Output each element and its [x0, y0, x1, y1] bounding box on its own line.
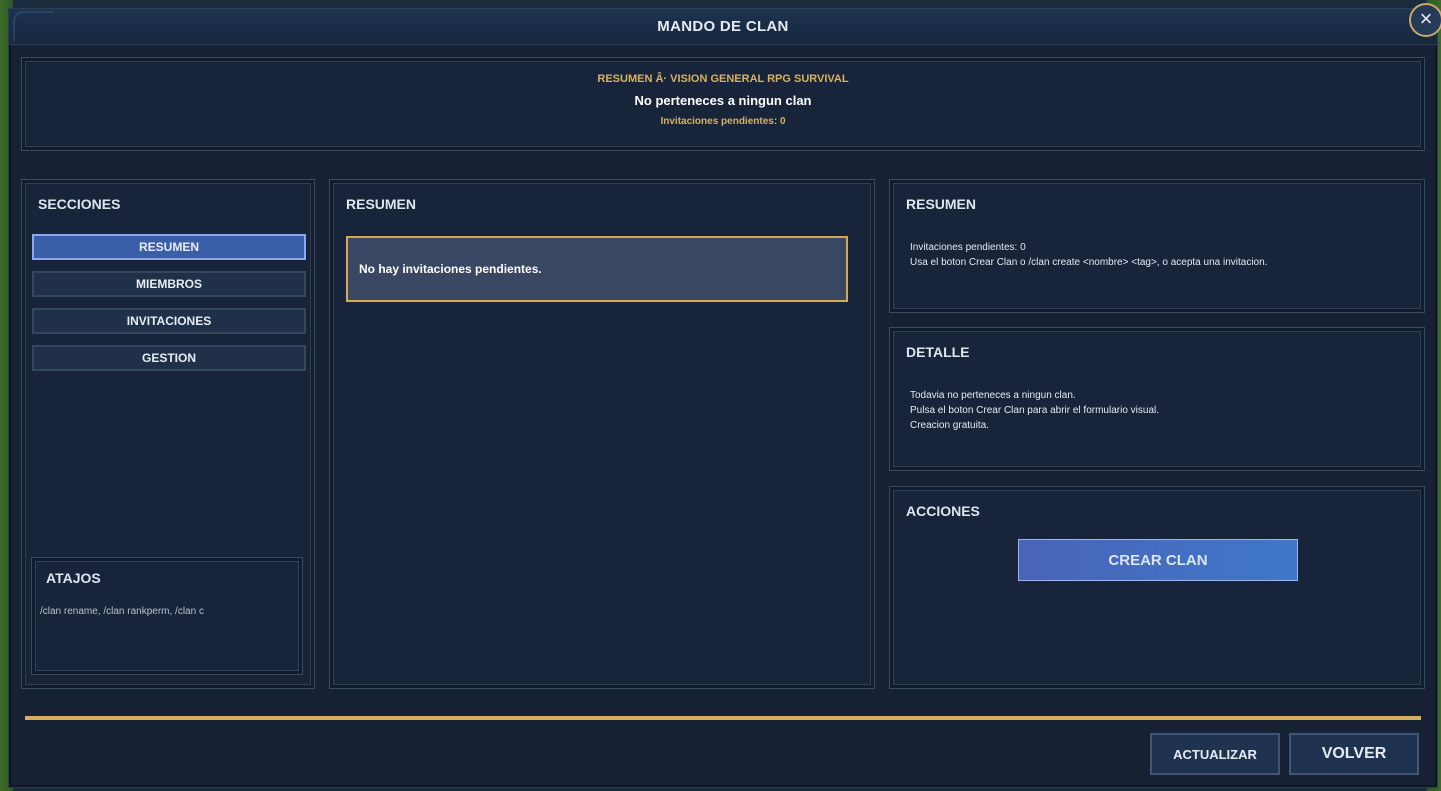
center-panel: RESUMEN No hay invitaciones pendientes.	[329, 179, 875, 689]
sections-title: SECCIONES	[38, 196, 121, 212]
header-panel: RESUMEN Â· VISION GENERAL RPG SURVIVAL N…	[21, 57, 1425, 151]
nav-gestion-button[interactable]: GESTION	[32, 345, 306, 371]
close-icon: ×	[1419, 6, 1433, 31]
empty-invitations-card: No hay invitaciones pendientes.	[346, 236, 848, 302]
detail-line: Pulsa el boton Crear Clan para abrir el …	[910, 405, 1160, 416]
detail-line: Creacion gratuita.	[910, 420, 989, 431]
summary-line: Invitaciones pendientes: 0	[910, 242, 1026, 253]
summary-line: Usa el boton Crear Clan o /clan create <…	[910, 257, 1268, 268]
detail-panel: DETALLE Todavia no perteneces a ningun c…	[889, 327, 1425, 471]
nav-resumen-button[interactable]: RESUMEN	[32, 234, 306, 260]
footer-divider	[25, 716, 1421, 720]
summary-panel: RESUMEN Invitaciones pendientes: 0 Usa e…	[889, 179, 1425, 313]
nav-label: GESTION	[141, 351, 196, 365]
detail-title: DETALLE	[906, 344, 970, 360]
back-button[interactable]: VOLVER	[1289, 733, 1419, 775]
actions-title: ACCIONES	[906, 503, 980, 519]
nav-miembros-button[interactable]: MIEMBROS	[32, 271, 306, 297]
pending-invitations: Invitaciones pendientes: 0	[660, 116, 786, 127]
summary-title: RESUMEN	[906, 196, 977, 212]
window-title: MANDO DE CLAN	[657, 18, 789, 35]
title-bar: MANDO DE CLAN	[9, 9, 1437, 45]
shortcuts-panel: ATAJOS /clan rename, /clan rankperm, /cl…	[31, 557, 303, 675]
clan-status: No perteneces a ningun clan	[634, 93, 812, 108]
nav-label: INVITACIONES	[126, 314, 212, 328]
center-title: RESUMEN	[346, 196, 417, 212]
actions-panel: ACCIONES CREAR CLAN	[889, 486, 1425, 689]
close-button[interactable]: ×	[1409, 3, 1441, 37]
create-clan-button[interactable]: CREAR CLAN	[1018, 539, 1298, 581]
nav-label: MIEMBROS	[136, 277, 202, 291]
nav-label: RESUMEN	[138, 240, 199, 254]
nav-invitaciones-button[interactable]: INVITACIONES	[32, 308, 306, 334]
shortcuts-title: ATAJOS	[46, 570, 101, 586]
shortcuts-text: /clan rename, /clan rankperm, /clan c	[40, 606, 204, 617]
detail-line: Todavia no perteneces a ningun clan.	[910, 390, 1076, 401]
clan-window: MANDO DE CLAN × RESUMEN Â· VISION GENERA…	[8, 3, 1441, 788]
refresh-button[interactable]: ACTUALIZAR	[1150, 733, 1280, 775]
corner-ornament-icon	[13, 11, 53, 41]
header-subtitle: RESUMEN Â· VISION GENERAL RPG SURVIVAL	[597, 73, 849, 85]
